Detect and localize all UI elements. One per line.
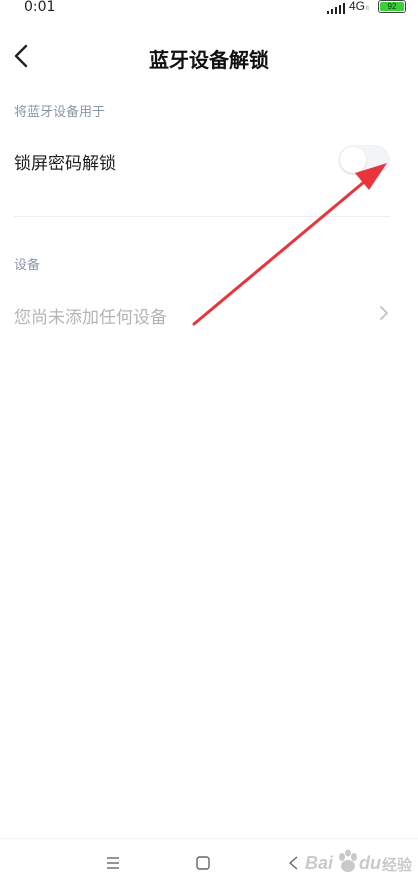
watermark-du: du (359, 853, 381, 873)
network-type: 4Gll (349, 0, 369, 13)
divider (14, 216, 390, 217)
chevron-right-icon (380, 306, 388, 320)
lockscreen-unlock-toggle[interactable] (338, 145, 390, 175)
home-square-icon[interactable] (196, 856, 210, 870)
watermark-jingyan: 经验 (382, 857, 413, 874)
watermark-bai: Bai (305, 853, 334, 873)
menu-icon[interactable] (106, 857, 120, 869)
status-time: 0:01 (24, 0, 56, 15)
battery-level: 92 (380, 2, 404, 11)
annotation-arrow (192, 163, 387, 326)
page-title: 蓝牙设备解锁 (149, 48, 269, 72)
back-triangle-icon[interactable] (287, 855, 299, 871)
toggle-knob (340, 147, 366, 173)
baidu-paw-icon (339, 849, 357, 872)
header: 蓝牙设备解锁 (0, 34, 418, 82)
section-label-usage: 将蓝牙设备用于 (14, 105, 106, 120)
battery-icon: 92 (378, 0, 406, 13)
signal-icon (327, 3, 345, 14)
system-nav-bar: Bai du 经验 (0, 838, 418, 888)
watermark: Bai du 经验 (305, 845, 415, 883)
status-bar: 0:01 4Gll 92 (0, 0, 418, 22)
no-device-text: 您尚未添加任何设备 (14, 308, 167, 328)
add-device-row[interactable]: 您尚未添加任何设备 (0, 294, 418, 334)
lockscreen-unlock-label: 锁屏密码解锁 (14, 154, 116, 174)
section-label-devices: 设备 (14, 258, 41, 273)
